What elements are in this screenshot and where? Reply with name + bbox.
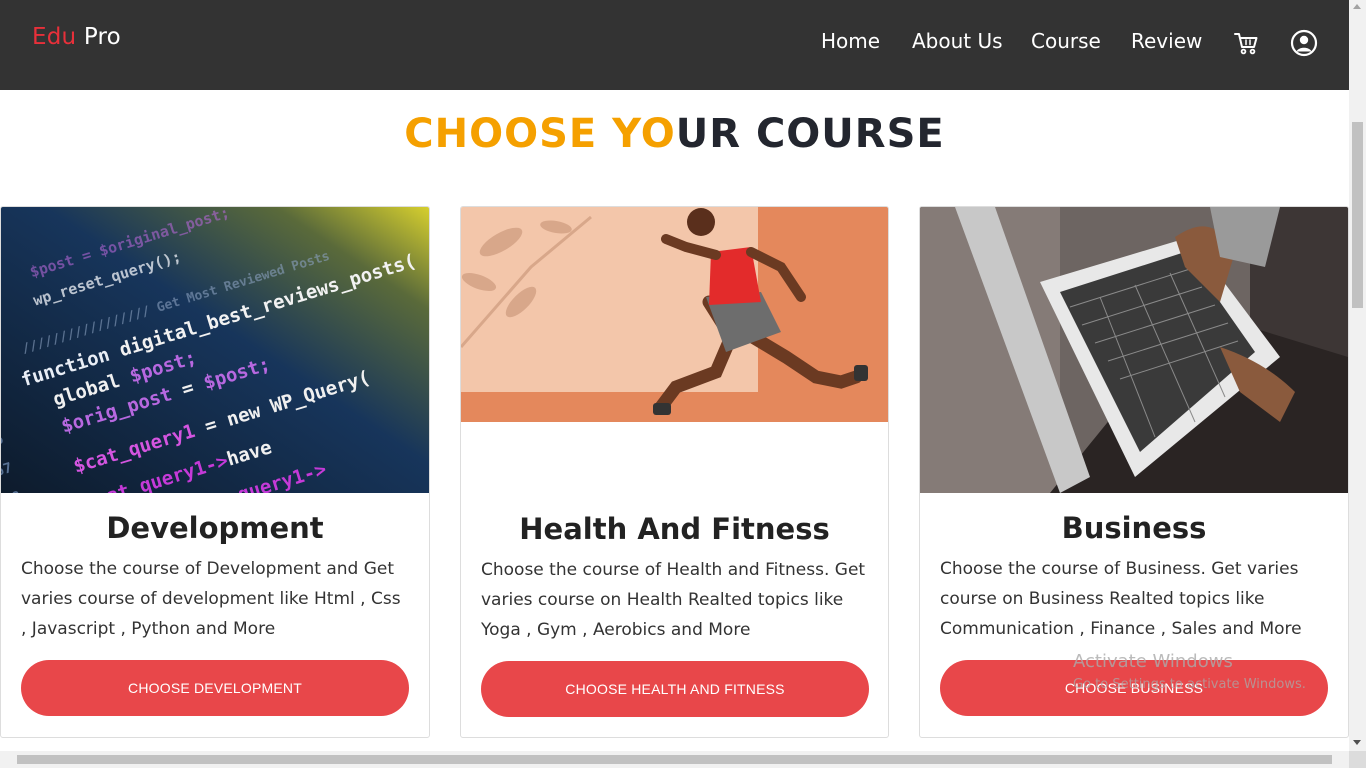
- scrollbar-corner: [1349, 751, 1366, 768]
- user-account-icon[interactable]: [1290, 29, 1318, 57]
- navbar: Edu Pro Home About Us Course Review: [0, 0, 1349, 90]
- nav-link-course[interactable]: Course: [1031, 29, 1101, 53]
- course-card-development: $post = $original_post; wp_reset_query()…: [0, 206, 430, 738]
- horizontal-scroll-thumb[interactable]: [17, 755, 1332, 764]
- section-title-rest: UR COURSE: [675, 111, 945, 157]
- card-title: Health And Fitness: [519, 512, 830, 546]
- nav-link-home[interactable]: Home: [821, 29, 880, 53]
- nav-link-about-us[interactable]: About Us: [912, 29, 1003, 53]
- vertical-scroll-thumb[interactable]: [1352, 122, 1363, 308]
- activate-windows-hint: Go to Settings to activate Windows.: [1073, 677, 1306, 692]
- page: Edu Pro Home About Us Course Review CHOO…: [0, 0, 1366, 768]
- activate-windows-watermark: Activate Windows: [1073, 651, 1233, 672]
- nav-link-review[interactable]: Review: [1131, 29, 1202, 53]
- section-title-accent: CHOOSE YO: [404, 111, 676, 157]
- horizontal-scrollbar[interactable]: [0, 751, 1349, 768]
- card-description: Choose the course of Business. Get varie…: [940, 559, 1302, 639]
- course-card-health-fitness: Health And Fitness Choose the course of …: [460, 206, 889, 738]
- nav-menu: Home About Us Course Review: [0, 29, 1349, 55]
- scroll-down-arrow-icon[interactable]: [1353, 740, 1361, 745]
- card-image-code-editor: $post = $original_post; wp_reset_query()…: [1, 207, 429, 493]
- scroll-up-arrow-icon[interactable]: [1353, 4, 1361, 9]
- card-title: Business: [1061, 511, 1207, 545]
- card-description: Choose the course of Health and Fitness.…: [481, 560, 866, 640]
- section-title: CHOOSE YOUR COURSE: [0, 111, 1349, 157]
- card-image-laptop: [920, 207, 1348, 493]
- choose-development-button[interactable]: CHOOSE DEVELOPMENT: [21, 660, 409, 716]
- card-title: Development: [106, 511, 324, 545]
- card-image-runner: [461, 207, 888, 422]
- choose-health-fitness-button[interactable]: CHOOSE HEALTH AND FITNESS: [481, 661, 869, 717]
- vertical-scrollbar[interactable]: [1349, 0, 1366, 751]
- cart-icon[interactable]: [1232, 29, 1260, 57]
- card-description: Choose the course of Development and Get…: [21, 559, 401, 639]
